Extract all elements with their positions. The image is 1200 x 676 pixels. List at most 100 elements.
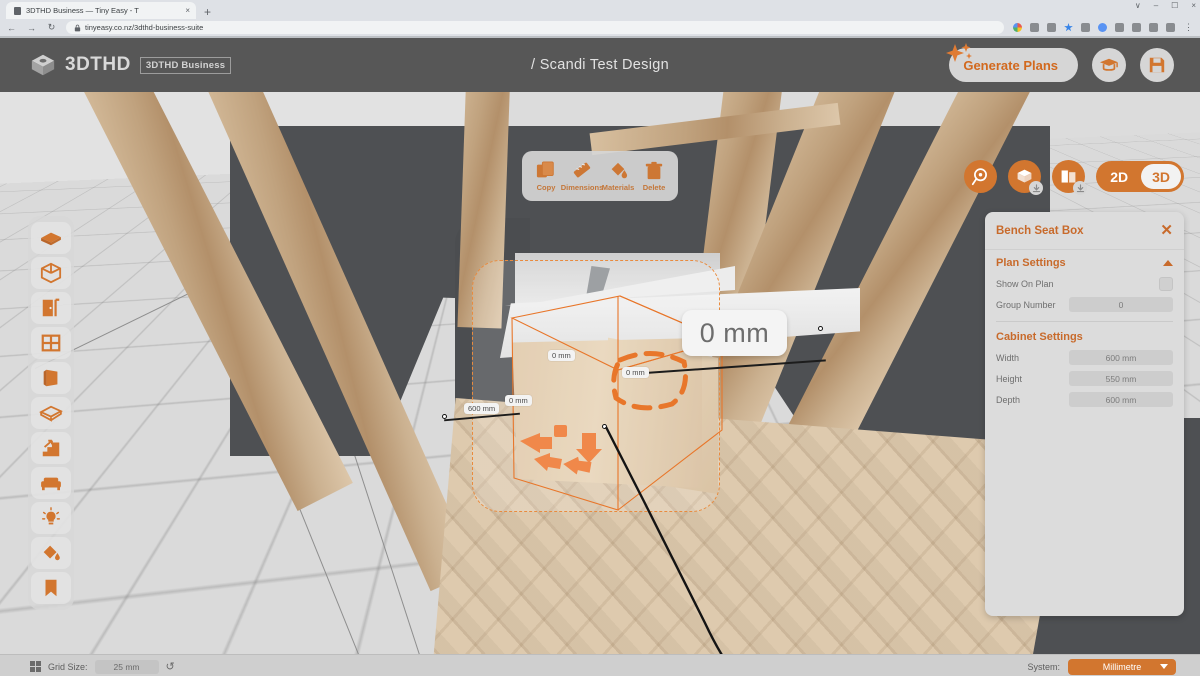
depth-input[interactable]: 600 mm bbox=[1069, 392, 1173, 407]
ceiling-slab-icon bbox=[39, 405, 63, 422]
window-maximize-button[interactable]: ☐ bbox=[1171, 1, 1178, 10]
prop-label: Height bbox=[996, 373, 1023, 384]
grid-size-label: Grid Size: bbox=[48, 661, 88, 672]
dimension-toggle[interactable]: 2D 3D bbox=[1096, 161, 1184, 192]
close-icon[interactable]: ✕ bbox=[1160, 223, 1173, 238]
group-number-input[interactable]: 0 bbox=[1069, 297, 1173, 312]
save-button[interactable] bbox=[1140, 48, 1174, 82]
download-arrow-icon bbox=[1032, 183, 1040, 192]
room-view-button[interactable] bbox=[1052, 160, 1088, 195]
sidebar-item-bookmark[interactable] bbox=[31, 572, 71, 604]
sidebar-item-stairs[interactable] bbox=[31, 432, 71, 464]
tab-close-icon[interactable]: × bbox=[185, 6, 190, 15]
room-cube-icon bbox=[40, 262, 62, 284]
delete-button[interactable]: Delete bbox=[636, 161, 672, 192]
panel-divider bbox=[996, 321, 1173, 322]
dimension-chip: 0 mm bbox=[548, 350, 575, 361]
sidebar-item-wall-panel[interactable] bbox=[31, 362, 71, 394]
eyedropper-icon[interactable] bbox=[1115, 23, 1124, 32]
sparkle-icon bbox=[946, 43, 973, 62]
copy-button[interactable]: Copy bbox=[528, 160, 564, 192]
tool-rail bbox=[28, 216, 74, 610]
prop-row-show-on-plan: Show On Plan bbox=[985, 273, 1184, 294]
screenshot-icon[interactable] bbox=[1081, 23, 1090, 32]
prop-row-height: Height 550 mm bbox=[985, 368, 1184, 389]
tab-3d[interactable]: 3D bbox=[1141, 164, 1181, 189]
paint-bucket-icon bbox=[611, 162, 628, 178]
google-icon[interactable] bbox=[1013, 23, 1022, 32]
delete-label: Delete bbox=[642, 182, 666, 192]
download-badge-icon[interactable] bbox=[1029, 181, 1044, 195]
sidebar-item-lighting[interactable] bbox=[31, 502, 71, 534]
section-header-cabinet-settings[interactable]: Cabinet Settings bbox=[985, 324, 1184, 347]
section-header-plan-settings[interactable]: Plan Settings bbox=[985, 250, 1184, 273]
sidebar-item-window[interactable] bbox=[31, 327, 71, 359]
sidebar-item-ceiling[interactable] bbox=[31, 397, 71, 429]
tab-title: 3DTHD Business — Tiny Easy - T bbox=[26, 6, 139, 15]
dimension-chip: 0 mm bbox=[622, 367, 649, 378]
height-input[interactable]: 550 mm bbox=[1069, 371, 1173, 386]
section-title: Cabinet Settings bbox=[996, 331, 1083, 343]
sidebar-item-materials[interactable] bbox=[31, 537, 71, 569]
measurement-endpoint[interactable] bbox=[818, 326, 823, 331]
share-icon[interactable] bbox=[1047, 23, 1056, 32]
address-bar[interactable]: tinyeasy.co.nz/3dthd-business-suite bbox=[66, 21, 1004, 34]
context-toolbar: Copy Dimensions Materials Delete bbox=[522, 151, 678, 201]
section-title: Plan Settings bbox=[996, 257, 1066, 269]
chevron-down-icon bbox=[1160, 664, 1168, 669]
address-bar-url: tinyeasy.co.nz/3dthd-business-suite bbox=[85, 23, 204, 32]
chrome-menu-icon[interactable]: ⋮ bbox=[1183, 22, 1194, 33]
ruler-icon bbox=[573, 162, 591, 177]
grid-size-input[interactable]: 25 mm bbox=[94, 659, 159, 674]
stairs-icon bbox=[42, 439, 60, 457]
brand-badge: 3DTHD Business bbox=[139, 56, 232, 74]
width-input[interactable]: 600 mm bbox=[1069, 350, 1173, 365]
dimensions-button[interactable]: Dimensions bbox=[561, 161, 603, 192]
new-tab-button[interactable]: + bbox=[204, 5, 211, 19]
download-badge-icon[interactable] bbox=[1073, 181, 1088, 195]
prop-label: Group Number bbox=[996, 299, 1056, 310]
brand-logo[interactable]: 3DTHD 3DTHD Business bbox=[0, 53, 232, 77]
properties-panel-title: Bench Seat Box bbox=[996, 224, 1084, 237]
measure-tool-button[interactable] bbox=[964, 160, 998, 193]
back-icon[interactable]: ← bbox=[6, 23, 17, 33]
trash-icon bbox=[645, 161, 663, 179]
view-cube-button[interactable] bbox=[1008, 160, 1044, 195]
unit-system-select[interactable]: Millimetre bbox=[1068, 658, 1176, 675]
tape-measure-icon bbox=[972, 168, 988, 186]
academy-button[interactable] bbox=[1092, 48, 1126, 82]
zoom-search-icon[interactable] bbox=[1030, 23, 1039, 32]
reset-icon[interactable]: ↺ bbox=[166, 660, 175, 673]
sidepanel-icon[interactable] bbox=[1149, 23, 1158, 32]
browser-tab[interactable]: 3DTHD Business — Tiny Easy - T × bbox=[6, 2, 196, 19]
light-bulb-icon bbox=[42, 507, 60, 525]
generate-plans-button[interactable]: Generate Plans bbox=[946, 43, 1078, 82]
app-root: 600 mm 0 mm 0 mm 0 mm 0 mm 3DTHD 3DTHD B… bbox=[0, 38, 1200, 676]
sidebar-item-door[interactable] bbox=[31, 292, 71, 324]
measurement-endpoint[interactable] bbox=[442, 414, 447, 419]
sidebar-item-furniture[interactable] bbox=[31, 467, 71, 499]
tab-2d[interactable]: 2D bbox=[1099, 164, 1139, 189]
grid-size-group: Grid Size: 25 mm ↺ bbox=[0, 659, 175, 674]
browser-toolbar-icons: ⋮ bbox=[1013, 22, 1194, 33]
window-minimize-button[interactable]: – bbox=[1154, 1, 1158, 10]
extension-blue-icon[interactable] bbox=[1098, 23, 1107, 32]
sidebar-item-floor[interactable] bbox=[31, 222, 71, 254]
materials-button[interactable]: Materials bbox=[600, 161, 636, 192]
bookmark-star-icon[interactable] bbox=[1064, 23, 1073, 32]
chevron-up-icon[interactable] bbox=[1163, 260, 1173, 266]
save-disk-icon bbox=[1149, 57, 1165, 73]
forward-icon[interactable]: → bbox=[26, 23, 37, 33]
sidebar-item-room[interactable] bbox=[31, 257, 71, 289]
extensions-puzzle-icon[interactable] bbox=[1132, 23, 1141, 32]
browser-chrome: 3DTHD Business — Tiny Easy - T × + ∨ – ☐… bbox=[0, 0, 1200, 36]
window-icon bbox=[41, 334, 61, 352]
download-arrow-icon bbox=[1076, 183, 1084, 192]
reload-icon[interactable]: ↻ bbox=[46, 22, 57, 33]
profile-avatar-icon[interactable] bbox=[1166, 23, 1175, 32]
prop-row-depth: Depth 600 mm bbox=[985, 389, 1184, 410]
prop-label: Width bbox=[996, 352, 1020, 363]
show-on-plan-checkbox[interactable] bbox=[1159, 276, 1173, 291]
window-close-button[interactable]: × bbox=[1191, 1, 1196, 10]
chrome-profile-chevron-icon[interactable]: ∨ bbox=[1135, 1, 1141, 10]
